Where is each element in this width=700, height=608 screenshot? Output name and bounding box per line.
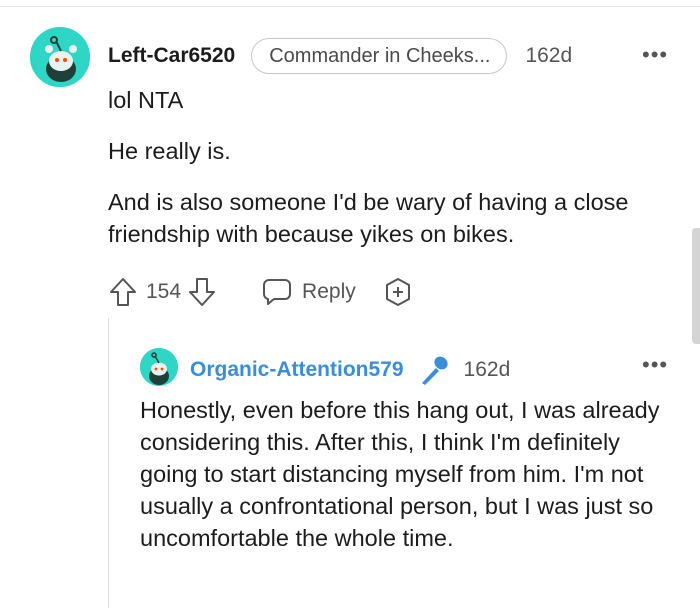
reply-avatar[interactable] [140,348,178,386]
upvote-arrow-icon [110,278,136,306]
thread-line[interactable] [108,318,109,608]
award-button[interactable] [382,276,414,308]
reply-header: Organic-Attention579 162d [190,354,510,386]
upvote-button[interactable] [108,276,138,308]
reply-paragraph: Honestly, even before this hang out, I w… [140,397,660,551]
downvote-button[interactable] [187,276,217,308]
microphone-icon [418,354,452,386]
comment-paragraph: And is also someone I'd be wary of havin… [108,189,629,247]
comment-more-options-button[interactable]: ••• [642,44,668,66]
reply-more-options-button[interactable]: ••• [642,354,668,376]
downvote-arrow-icon [189,278,216,306]
user-flair[interactable]: Commander in Cheeks... [251,38,508,74]
snoo-avatar-icon [30,27,90,87]
comment-actions: 154 Reply [108,276,414,308]
user-avatar[interactable] [30,27,90,87]
vote-count: 154 [146,280,182,303]
comment-body: lol NTA He really is. And is also someon… [108,84,668,269]
comment-header: Left-Car6520 Commander in Cheeks... 162d [108,38,572,74]
comment-paragraph: He really is. [108,138,231,164]
comment-age: 162d [525,44,573,67]
reply-body: Honestly, even before this hang out, I w… [140,394,660,554]
reply-label: Reply [302,280,356,303]
reply-username[interactable]: Organic-Attention579 [190,358,404,382]
reply-age: 162d [463,358,511,381]
comment-username[interactable]: Left-Car6520 [108,44,235,68]
snoo-avatar-icon [140,348,178,386]
comment-paragraph: lol NTA [108,87,184,113]
top-divider [0,6,700,7]
speech-bubble-icon [263,279,292,305]
scrollbar[interactable] [692,228,700,344]
reply-button[interactable]: Reply [261,277,356,307]
add-award-icon [385,278,410,306]
